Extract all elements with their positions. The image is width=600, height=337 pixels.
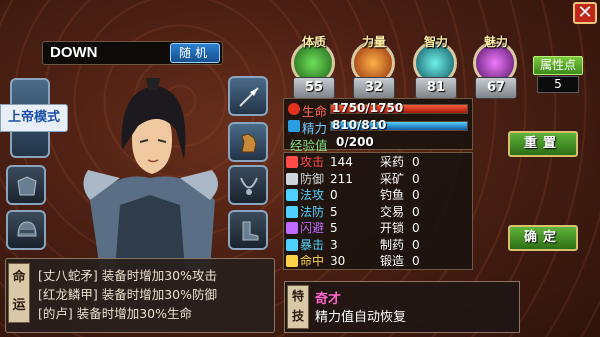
special-skill-label: 特技: [287, 285, 309, 329]
hero-portrait: [83, 78, 219, 270]
combat-stat: 暴击 3: [286, 237, 338, 253]
god-mode-badge[interactable]: 上帝模式: [0, 104, 68, 132]
close-button[interactable]: ✕: [573, 2, 597, 24]
helmet-slot[interactable]: [6, 210, 46, 250]
reset-button[interactable]: 重置: [508, 131, 578, 157]
stat-label: 命中: [300, 254, 325, 268]
character-screen: ✕ DOWN 随机 上帝模式 命运 [丈八蛇矛] 装备时增加30%攻击 [红龙鳞…: [0, 0, 600, 337]
life-skill: 钓鱼 0: [380, 187, 420, 203]
helmet-icon: [17, 221, 37, 237]
stat-value: 5: [330, 221, 338, 235]
stat-label: 防御: [300, 171, 325, 186]
exp-value: 0/200: [336, 135, 374, 149]
attribute-points-label: 属性点: [533, 56, 583, 75]
stat-value: 211: [330, 171, 353, 186]
life-skill-value: 0: [412, 254, 420, 268]
life-skill-value: 0: [412, 171, 420, 186]
combat-stat: 闪避 5: [286, 220, 338, 236]
stat-icon: [286, 172, 298, 185]
life-skill-label: 开锁: [380, 221, 405, 235]
life-skill: 交易 0: [380, 204, 420, 220]
stat-icon: [286, 205, 298, 218]
life-skill-value: 0: [412, 155, 420, 169]
stat-icon: [286, 255, 298, 267]
stat-icon: [286, 222, 298, 234]
fate-label: 命运: [8, 263, 30, 323]
life-skill-value: 0: [412, 204, 420, 219]
combat-stat: 法攻 0: [286, 187, 338, 203]
energy-value: 810/810: [332, 118, 387, 132]
life-skill-value: 0: [412, 237, 420, 252]
life-skill-value: 0: [412, 188, 420, 202]
stat-label: 法防: [300, 204, 325, 219]
stat-value: 3: [330, 237, 338, 252]
attr-strength[interactable]: 力量 32: [348, 35, 400, 99]
life-skill-label: 钓鱼: [380, 188, 405, 202]
energy-icon: [288, 120, 300, 132]
life-value: 1750/1750: [332, 101, 404, 115]
life-skill: 制药 0: [380, 237, 420, 253]
charm-value: 67: [475, 77, 517, 99]
life-skill-value: 0: [412, 221, 420, 235]
constitution-value: 55: [293, 77, 335, 99]
fate-item: [丈八蛇矛] 装备时增加30%攻击: [38, 268, 218, 283]
life-skill-label: 采药: [380, 155, 405, 169]
fate-item: [红龙鳞甲] 装备时增加30%防御: [38, 287, 218, 302]
player-name: DOWN: [50, 44, 98, 61]
stat-value: 5: [330, 204, 338, 219]
combat-stat: 攻击 144: [286, 154, 353, 170]
life-skill: 锻造 0: [380, 253, 420, 269]
life-skill-label: 制药: [380, 237, 405, 252]
stat-value: 30: [330, 254, 346, 268]
stat-label: 法攻: [300, 188, 325, 202]
stat-value: 144: [330, 155, 353, 169]
strength-value: 32: [353, 77, 395, 99]
special-skill-desc: 精力值自动恢复: [315, 310, 407, 325]
attribute-points-value: 5: [537, 76, 579, 93]
stat-icon: [286, 238, 298, 251]
combat-stat: 防御 211: [286, 171, 353, 187]
stat-icon: [286, 189, 298, 201]
stat-label: 暴击: [300, 237, 325, 252]
confirm-button[interactable]: 确定: [508, 225, 578, 251]
attr-constitution[interactable]: 体质 55: [288, 35, 340, 99]
life-skill-label: 采矿: [380, 171, 405, 186]
combat-stat: 命中 30: [286, 253, 345, 269]
intelligence-value: 81: [415, 77, 457, 99]
life-skill: 开锁 0: [380, 220, 420, 236]
life-skill-label: 交易: [380, 204, 405, 219]
random-name-button[interactable]: 随机: [170, 43, 220, 63]
heart-icon: [288, 103, 300, 115]
stat-icon: [286, 156, 298, 168]
fate-item: [的卢] 装备时增加30%生命: [38, 306, 193, 321]
armor-slot[interactable]: [6, 165, 46, 205]
attr-charm[interactable]: 魅力 67: [470, 35, 522, 99]
life-skill: 采矿 0: [380, 171, 420, 187]
stat-value: 0: [330, 188, 338, 202]
combat-stat: 法防 5: [286, 204, 338, 220]
life-skill-label: 锻造: [380, 254, 405, 268]
stat-label: 闪避: [300, 221, 325, 235]
special-skill-name: 奇才: [315, 292, 342, 307]
armor-icon: [17, 176, 37, 196]
life-skill: 采药 0: [380, 154, 420, 170]
stat-label: 攻击: [300, 155, 325, 169]
attr-intelligence[interactable]: 智力 81: [410, 35, 462, 99]
